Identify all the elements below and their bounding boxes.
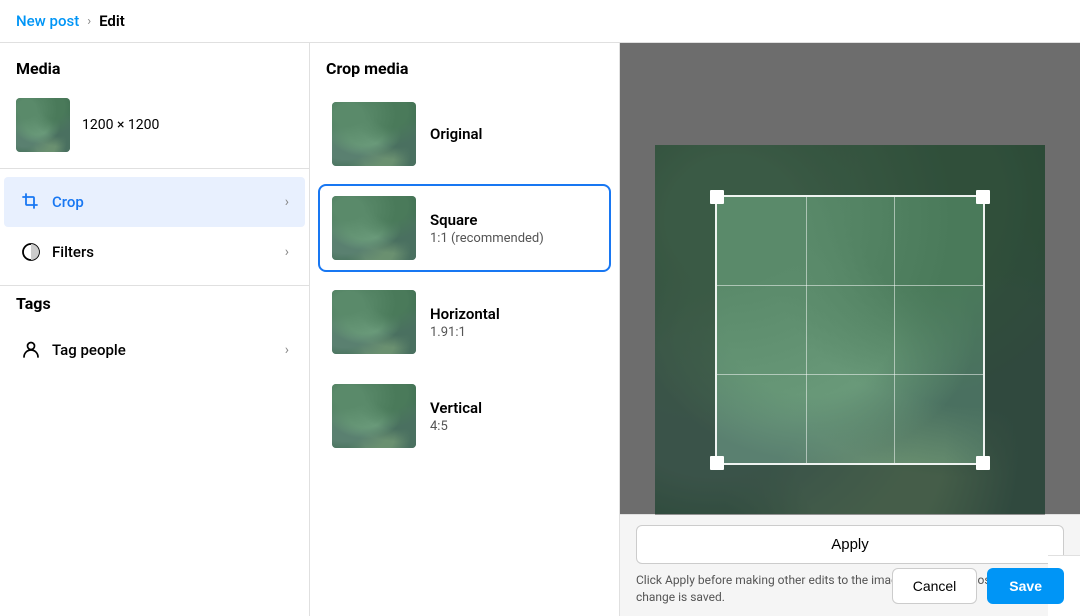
crop-option-original[interactable]: Original bbox=[318, 90, 611, 178]
crop-ratio-square: 1:1 (recommended) bbox=[430, 231, 544, 246]
crop-name-vertical: Vertical bbox=[430, 399, 482, 417]
divider-2 bbox=[0, 285, 309, 286]
filters-chevron-icon: › bbox=[285, 244, 289, 260]
grid-line-v1 bbox=[806, 197, 807, 463]
filters-menu-item-left: Filters bbox=[20, 241, 94, 263]
crop-ratio-vertical: 4:5 bbox=[430, 419, 482, 434]
header-edit-label: Edit bbox=[99, 12, 125, 30]
crop-handle-br[interactable] bbox=[976, 456, 990, 470]
crop-ratio-horizontal: 1.91:1 bbox=[430, 325, 500, 340]
new-post-link[interactable]: New post bbox=[16, 12, 79, 30]
crop-handle-bl[interactable] bbox=[710, 456, 724, 470]
media-thumbnail bbox=[16, 98, 70, 152]
crop-thumb-horizontal bbox=[332, 290, 416, 354]
crop-info-vertical: Vertical 4:5 bbox=[430, 399, 482, 434]
media-section-title: Media bbox=[0, 59, 309, 90]
crop-thumb-original bbox=[332, 102, 416, 166]
filters-menu-item[interactable]: Filters › bbox=[4, 227, 305, 277]
crop-name-horizontal: Horizontal bbox=[430, 305, 500, 323]
crop-name-square: Square bbox=[430, 211, 544, 229]
grid-line-h1 bbox=[717, 285, 983, 286]
crop-menu-item[interactable]: Crop › bbox=[4, 177, 305, 227]
crop-option-square[interactable]: Square 1:1 (recommended) bbox=[318, 184, 611, 272]
crop-name-original: Original bbox=[430, 125, 482, 143]
crop-info-square: Square 1:1 (recommended) bbox=[430, 211, 544, 246]
crop-info-original: Original bbox=[430, 125, 482, 143]
footer: Cancel Save bbox=[1048, 555, 1080, 616]
tag-people-chevron-icon: › bbox=[285, 342, 289, 358]
right-panel: Apply Click Apply before making other ed… bbox=[620, 43, 1080, 616]
left-panel: Media 1200 × 1200 Crop › bbox=[0, 43, 310, 616]
person-icon bbox=[20, 339, 42, 361]
tag-people-menu-item[interactable]: Tag people › bbox=[4, 325, 305, 375]
header: New post › Edit bbox=[0, 0, 1080, 43]
crop-icon bbox=[20, 191, 42, 213]
crop-label: Crop bbox=[52, 193, 84, 211]
media-dimensions: 1200 × 1200 bbox=[82, 117, 159, 133]
tags-section-title: Tags bbox=[0, 294, 309, 325]
crop-chevron-icon: › bbox=[285, 194, 289, 210]
divider-1 bbox=[0, 168, 309, 169]
cancel-button[interactable]: Cancel bbox=[892, 568, 978, 604]
crop-grid bbox=[717, 197, 983, 463]
crop-info-horizontal: Horizontal 1.91:1 bbox=[430, 305, 500, 340]
apply-button[interactable]: Apply bbox=[636, 525, 1064, 564]
grid-line-h2 bbox=[717, 374, 983, 375]
image-container bbox=[655, 145, 1045, 515]
tag-people-left: Tag people bbox=[20, 339, 126, 361]
filters-icon bbox=[20, 241, 42, 263]
grid-line-v2 bbox=[894, 197, 895, 463]
media-preview-row: 1200 × 1200 bbox=[0, 90, 309, 168]
main-content: Media 1200 × 1200 Crop › bbox=[0, 43, 1080, 616]
crop-media-title: Crop media bbox=[310, 59, 619, 90]
crop-handle-tl[interactable] bbox=[710, 190, 724, 204]
save-button[interactable]: Save bbox=[987, 568, 1064, 604]
header-chevron-icon: › bbox=[87, 14, 91, 29]
crop-thumb-square bbox=[332, 196, 416, 260]
crop-option-vertical[interactable]: Vertical 4:5 bbox=[318, 372, 611, 460]
crop-option-horizontal[interactable]: Horizontal 1.91:1 bbox=[318, 278, 611, 366]
crop-handle-tr[interactable] bbox=[976, 190, 990, 204]
crop-menu-item-left: Crop bbox=[20, 191, 84, 213]
filters-label: Filters bbox=[52, 243, 94, 261]
crop-thumb-vertical bbox=[332, 384, 416, 448]
crop-overlay[interactable] bbox=[715, 195, 985, 465]
tag-people-label: Tag people bbox=[52, 341, 126, 359]
middle-panel: Crop media Original Square 1:1 (recommen… bbox=[310, 43, 620, 616]
